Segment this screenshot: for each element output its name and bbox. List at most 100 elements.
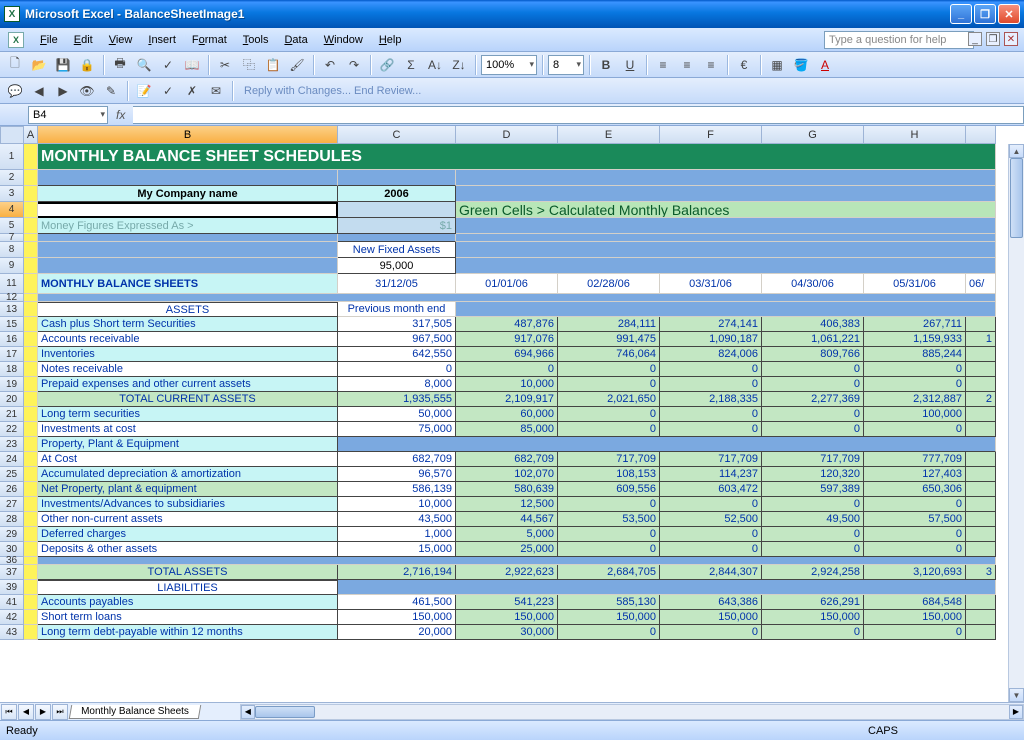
data-cell[interactable] [966,377,996,392]
data-cell[interactable]: 0 [864,362,966,377]
tab-first-icon[interactable]: ⏮ [1,704,17,720]
data-cell[interactable]: 85,000 [456,422,558,437]
data-cell[interactable]: 0 [660,542,762,557]
data-cell[interactable]: 57,500 [864,512,966,527]
data-cell[interactable]: 2,924,258 [762,565,864,580]
row-header[interactable]: 17 [0,347,24,362]
select-all-corner[interactable] [0,126,24,144]
data-cell[interactable]: 609,556 [558,482,660,497]
next-comment-icon[interactable]: ▶ [52,80,74,102]
data-cell[interactable] [966,467,996,482]
hyperlink-icon[interactable]: 🔗 [376,54,398,76]
data-cell[interactable]: 1,159,933 [864,332,966,347]
cell[interactable] [24,144,38,170]
row-label[interactable]: TOTAL ASSETS [38,565,338,580]
row-label[interactable]: Prepaid expenses and other current asset… [38,377,338,392]
tab-prev-icon[interactable]: ◀ [18,704,34,720]
fx-icon[interactable]: fx [116,108,125,122]
send-icon[interactable]: ✉ [205,80,227,102]
cell[interactable] [338,170,456,186]
zoom-combo[interactable]: 100% [481,55,537,75]
row-header[interactable]: 7 [0,234,24,242]
column-header[interactable]: H [864,126,966,144]
data-cell[interactable]: 120,320 [762,467,864,482]
data-cell[interactable]: 1 [966,332,996,347]
row-header[interactable]: 11 [0,274,24,294]
date-col[interactable]: 31/12/05 [338,274,456,294]
cell[interactable] [24,392,38,407]
date-col[interactable]: 01/01/06 [456,274,558,294]
data-cell[interactable]: 2,922,623 [456,565,558,580]
ink-icon[interactable]: ✎ [100,80,122,102]
date-col[interactable]: 05/31/06 [864,274,966,294]
row-label[interactable]: Long term securities [38,407,338,422]
row-header[interactable]: 39 [0,580,24,595]
data-cell[interactable] [966,610,996,625]
reject-icon[interactable]: ✗ [181,80,203,102]
row-header[interactable]: 4 [0,202,24,218]
row-label[interactable]: Accounts receivable [38,332,338,347]
row-header[interactable]: 20 [0,392,24,407]
cell[interactable] [24,170,38,186]
year[interactable]: 2006 [338,186,456,202]
data-cell[interactable]: 15,000 [338,542,456,557]
data-cell[interactable]: 585,130 [558,595,660,610]
row-header[interactable]: 3 [0,186,24,202]
data-cell[interactable]: 96,570 [338,467,456,482]
doc-restore-button[interactable]: ❐ [986,32,1000,46]
cell[interactable] [24,610,38,625]
row-header[interactable]: 18 [0,362,24,377]
cell[interactable] [38,234,338,242]
data-cell[interactable]: 0 [864,542,966,557]
date-col[interactable]: 03/31/06 [660,274,762,294]
prev-comment-icon[interactable]: ◀ [28,80,50,102]
row-label[interactable]: Deposits & other assets [38,542,338,557]
data-cell[interactable]: 12,500 [456,497,558,512]
cell[interactable] [24,512,38,527]
cell[interactable] [24,422,38,437]
cell[interactable] [24,218,38,234]
data-cell[interactable]: 0 [558,497,660,512]
data-cell[interactable] [966,527,996,542]
print-icon[interactable]: 🖶 [109,54,131,76]
data-cell[interactable]: 0 [558,625,660,640]
row-header[interactable]: 26 [0,482,24,497]
minimize-button[interactable]: _ [950,4,972,24]
fill-color-icon[interactable]: 🪣 [790,54,812,76]
data-cell[interactable]: 1,000 [338,527,456,542]
underline-icon[interactable]: U [619,54,641,76]
row-label[interactable]: Net Property, plant & equipment [38,482,338,497]
company-name[interactable]: My Company name [38,186,338,202]
data-cell[interactable]: 0 [762,497,864,512]
data-cell[interactable]: 0 [864,377,966,392]
row-header[interactable]: 28 [0,512,24,527]
row-header[interactable]: 9 [0,258,24,274]
data-cell[interactable]: 0 [864,527,966,542]
cell[interactable] [338,202,456,218]
paste-icon[interactable]: 📋 [262,54,284,76]
scroll-right-icon[interactable]: ▶ [1009,705,1023,719]
data-cell[interactable] [966,452,996,467]
ppe-header[interactable]: Property, Plant & Equipment [38,437,338,452]
data-cell[interactable] [966,422,996,437]
data-cell[interactable]: 0 [762,527,864,542]
data-cell[interactable]: 2 [966,392,996,407]
cell[interactable] [38,258,338,274]
row-header[interactable]: 2 [0,170,24,186]
data-cell[interactable] [966,347,996,362]
app-menu-icon[interactable]: X [8,32,24,48]
borders-icon[interactable]: ▦ [766,54,788,76]
data-cell[interactable]: 127,403 [864,467,966,482]
data-cell[interactable]: 0 [558,542,660,557]
cell[interactable] [338,234,456,242]
data-cell[interactable]: 650,306 [864,482,966,497]
column-header[interactable]: B [38,126,338,144]
reply-with-changes[interactable]: Reply with Changes... End Review... [238,85,427,97]
data-cell[interactable]: 717,709 [558,452,660,467]
horizontal-scrollbar[interactable]: ◀ ▶ [240,704,1024,720]
data-cell[interactable]: 274,141 [660,317,762,332]
copy-icon[interactable]: ⿻ [238,54,260,76]
data-cell[interactable]: 642,550 [338,347,456,362]
data-cell[interactable]: 150,000 [762,610,864,625]
track-icon[interactable]: 📝 [133,80,155,102]
